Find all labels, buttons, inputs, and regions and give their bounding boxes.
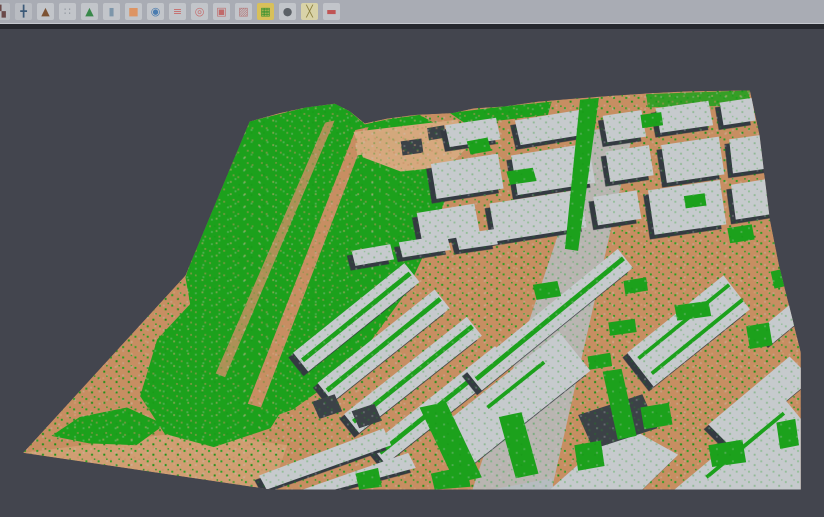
point-cloud-canvas (0, 29, 824, 517)
mountain-icon[interactable]: ▲ (37, 3, 54, 20)
classification-colors-icon[interactable]: ▦ (257, 3, 274, 20)
dashed-box-icon[interactable]: ▨ (235, 3, 252, 20)
panel-icon[interactable]: ▮ (103, 3, 120, 20)
globe-icon[interactable]: ◉ (147, 3, 164, 20)
pick-point-icon[interactable]: ╋ (15, 3, 32, 20)
sphere-icon[interactable]: ● (279, 3, 296, 20)
select-region-icon[interactable]: ▣ (213, 3, 230, 20)
red-tool-icon[interactable]: ▬ (323, 3, 340, 20)
application-window: ▚ ╋ ▲ ∷ ▲ ▮ ■ ◉ ≡ ◎ ▣ ▨ ▦ ● ╳ ▬ (0, 0, 824, 517)
layers-list-icon[interactable]: ≡ (169, 3, 186, 20)
3d-viewport[interactable] (0, 29, 824, 517)
points-icon[interactable]: ∷ (59, 3, 76, 20)
ortho-area-icon[interactable]: ■ (125, 3, 142, 20)
ring-icon[interactable]: ◎ (191, 3, 208, 20)
clipped-tool-icon[interactable]: ▚ (0, 3, 10, 20)
terrain-icon[interactable]: ▲ (81, 3, 98, 20)
export-icon[interactable]: ╳ (301, 3, 318, 20)
toolbar: ▚ ╋ ▲ ∷ ▲ ▮ ■ ◉ ≡ ◎ ▣ ▨ ▦ ● ╳ ▬ (0, 0, 824, 24)
noise-overlay (23, 87, 801, 493)
